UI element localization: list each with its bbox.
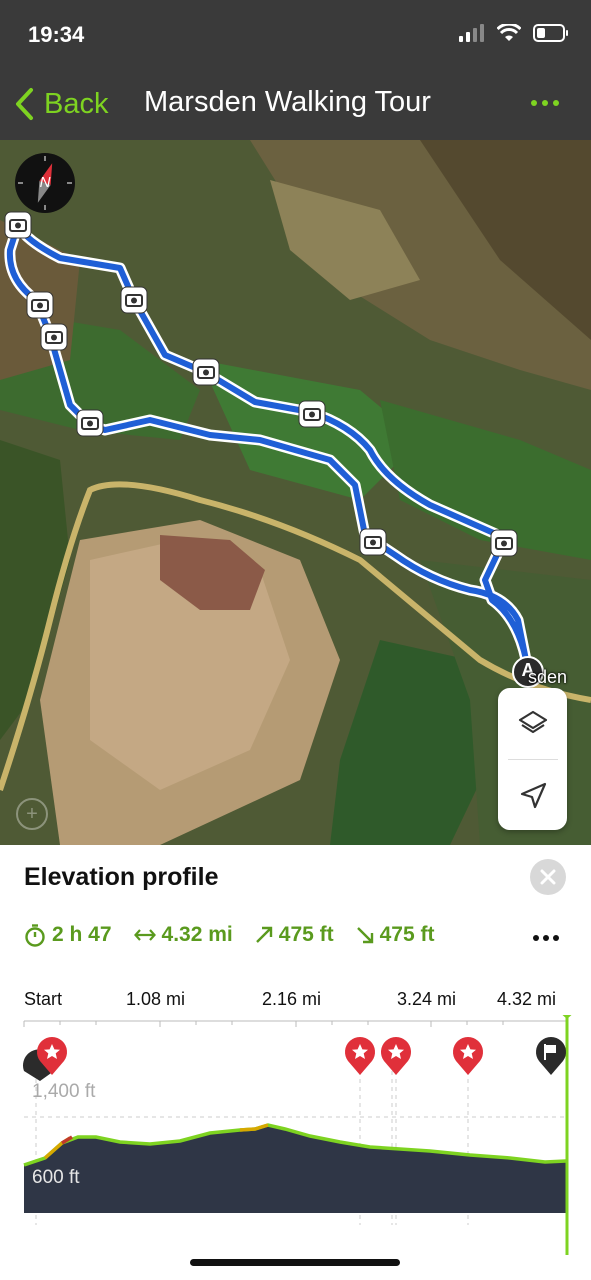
stat-duration: 2 h 47 [24, 923, 112, 947]
elevation-high-label: 1,400 ft [32, 1081, 96, 1102]
page-title: Marsden Walking Tour [144, 86, 431, 118]
elevation-sheet: Elevation profile 2 h 47 4.32 mi 475 ft [0, 845, 591, 1280]
close-button[interactable] [530, 859, 566, 895]
photo-marker[interactable] [76, 409, 104, 437]
zoom-in-button[interactable]: + [16, 798, 48, 830]
location-arrow-icon [520, 782, 546, 808]
home-indicator[interactable] [190, 1259, 400, 1266]
stat-distance: 4.32 mi [133, 923, 233, 947]
map-view[interactable]: A sden N + [0, 140, 591, 845]
axis-label: 1.08 mi [126, 989, 186, 1009]
distance-arrows-icon [133, 929, 156, 941]
ascent-value: 475 ft [278, 923, 334, 946]
chevron-left-icon [16, 88, 33, 120]
finish-flag-icon [536, 1037, 566, 1075]
nav-bar: Back Marsden Walking Tour [0, 80, 591, 128]
my-location-button[interactable] [498, 760, 567, 831]
ascent-arrow-icon [255, 926, 272, 943]
back-label: Back [44, 87, 109, 120]
sheet-title: Elevation profile [24, 863, 219, 891]
compass-button[interactable]: N [14, 152, 76, 214]
distance-axis: Start 1.08 mi 2.16 mi 3.24 mi 4.32 mi [0, 989, 591, 1015]
photo-marker[interactable] [490, 529, 518, 557]
map-controls [498, 688, 567, 830]
town-label: sden [528, 667, 568, 687]
descent-arrow-icon [356, 927, 373, 944]
dot-icon [543, 935, 549, 941]
poi-star-marker [345, 1037, 375, 1075]
status-time: 19:34 [28, 22, 85, 47]
map-layers-button[interactable] [498, 688, 567, 759]
duration-value: 2 h 47 [52, 923, 112, 946]
photo-marker[interactable] [192, 358, 220, 386]
axis-label: Start [24, 989, 63, 1009]
stat-ascent: 475 ft [255, 923, 334, 947]
scrub-handle-icon [562, 1015, 572, 1019]
layers-icon [518, 710, 547, 733]
dot-icon [531, 100, 537, 106]
cellular-signal-icon [459, 24, 484, 42]
axis-label: 4.32 mi [497, 989, 557, 1009]
photo-marker[interactable] [26, 291, 54, 319]
stats-more-button[interactable] [533, 935, 559, 941]
close-icon [540, 869, 556, 885]
route-stats: 2 h 47 4.32 mi 475 ft 475 ft [24, 923, 456, 947]
status-icons [459, 24, 569, 42]
dot-icon [542, 100, 548, 106]
battery-icon [533, 24, 568, 42]
poi-star-marker [381, 1037, 411, 1075]
axis-label: 3.24 mi [397, 989, 457, 1009]
elevation-low-label: 600 ft [32, 1167, 80, 1188]
stat-descent: 475 ft [356, 923, 435, 947]
plus-icon: + [26, 802, 38, 825]
wifi-icon [497, 24, 521, 41]
axis-ticks [23, 1021, 567, 1027]
back-button[interactable]: Back [14, 80, 108, 128]
header: 19:34 Back Marsden Walking Tour [0, 0, 591, 140]
elevation-chart[interactable] [0, 1015, 591, 1255]
dot-icon [553, 100, 559, 106]
photo-marker[interactable] [40, 323, 68, 351]
distance-value: 4.32 mi [161, 923, 233, 946]
more-options-button[interactable] [531, 100, 559, 106]
axis-label: 2.16 mi [262, 989, 322, 1009]
photo-marker[interactable] [4, 211, 32, 239]
poi-star-marker [453, 1037, 483, 1075]
descent-value: 475 ft [379, 923, 435, 946]
stopwatch-icon [25, 924, 45, 947]
dot-icon [553, 935, 559, 941]
photo-marker[interactable] [298, 400, 326, 428]
compass-letter: N [39, 174, 51, 191]
dot-icon [533, 935, 539, 941]
photo-marker[interactable] [120, 286, 148, 314]
photo-marker[interactable] [359, 528, 387, 556]
